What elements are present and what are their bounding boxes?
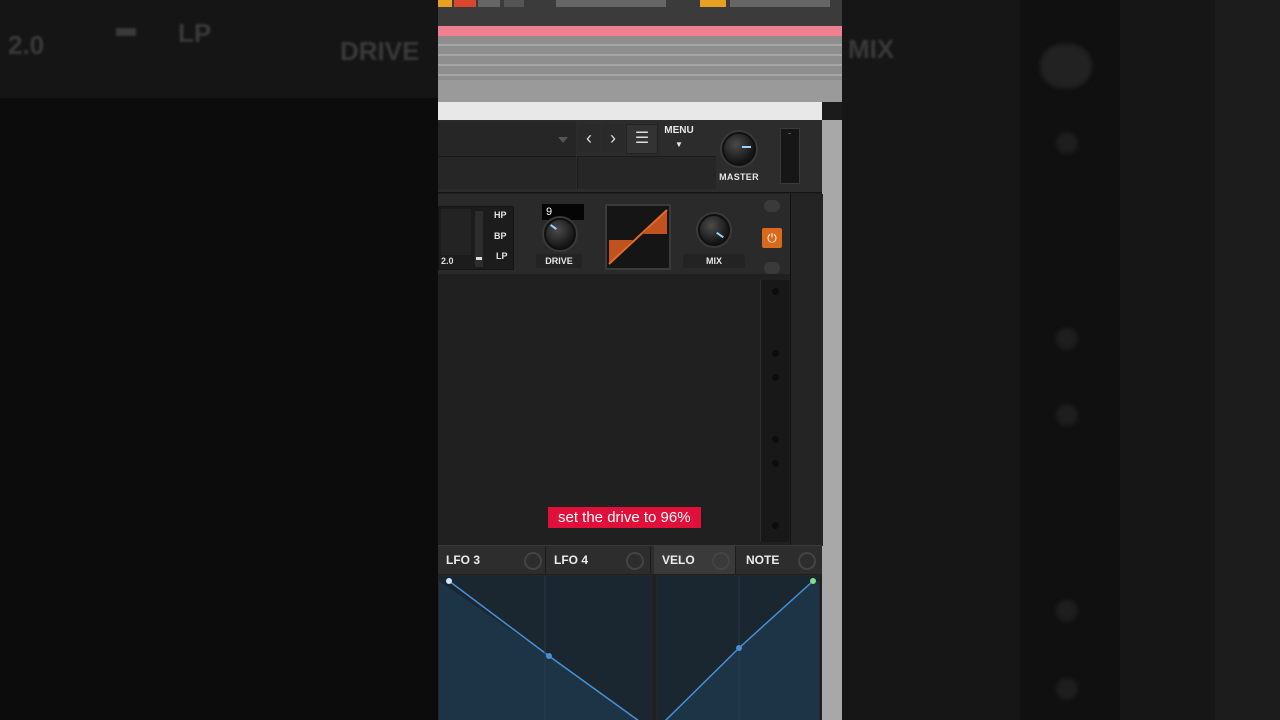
dropdown-arrow-icon xyxy=(558,137,568,143)
menu-button[interactable]: MENU ▼ xyxy=(660,124,698,152)
distortion-effect-row: HP BP LP 2.0 9 DRIVE MIX ⏻ xyxy=(438,194,790,274)
filter-type-bp[interactable]: BP xyxy=(494,231,507,241)
drive-label: DRIVE xyxy=(536,254,582,268)
toolbar-swatch xyxy=(438,0,452,7)
bg-value-text: 2.0 xyxy=(8,30,45,60)
tab-note[interactable]: NOTE xyxy=(738,546,822,574)
toolbar-button[interactable] xyxy=(478,0,500,7)
filter-type-hp[interactable]: HP xyxy=(494,210,507,220)
output-meter xyxy=(780,128,800,184)
filter-type-lp[interactable]: LP xyxy=(496,251,508,261)
previous-preset-button[interactable]: ‹ xyxy=(578,124,600,152)
bg-drive-text: DRIVE xyxy=(340,36,420,66)
filter-type-slider[interactable] xyxy=(475,211,483,267)
filter-section: HP BP LP 2.0 xyxy=(438,206,514,270)
drag-ring-icon[interactable] xyxy=(712,552,730,570)
scroll-dot xyxy=(772,374,779,381)
record-button[interactable] xyxy=(454,0,476,7)
preset-selector[interactable] xyxy=(438,122,576,156)
side-panel xyxy=(790,194,823,546)
add-effect-button-top[interactable] xyxy=(764,200,780,212)
menu-arrow-icon: ▼ xyxy=(675,140,683,149)
modulator-tab-row: LFO 3 LFO 4 VELO NOTE xyxy=(438,545,822,574)
tab-lfo-4[interactable]: LFO 4 xyxy=(546,546,651,574)
tab-label: LFO 3 xyxy=(446,553,481,567)
preset-browser-icon[interactable]: ☰ xyxy=(626,124,658,154)
menu-label: MENU xyxy=(664,125,694,136)
bg-dot xyxy=(1056,600,1078,622)
velocity-curve-graphic xyxy=(664,576,819,720)
master-knob[interactable] xyxy=(722,132,756,166)
arranger-tracks xyxy=(438,36,842,80)
add-effect-button-bottom[interactable] xyxy=(764,262,780,274)
video-caption: set the drive to 96% xyxy=(548,507,701,528)
clip-bar xyxy=(438,26,842,36)
scroll-dot xyxy=(772,288,779,295)
transport-display xyxy=(556,0,666,7)
lfo-curve-graphic xyxy=(439,576,639,720)
mix-label: MIX xyxy=(683,254,745,268)
scroll-dot xyxy=(772,460,779,467)
arranger-background xyxy=(822,120,842,720)
toolbar-active-button[interactable] xyxy=(700,0,726,7)
knob-indicator xyxy=(742,146,751,148)
background-right-light xyxy=(1215,0,1280,720)
tab-label: LFO 4 xyxy=(554,553,589,567)
plugin-window-titlebar[interactable] xyxy=(438,102,822,121)
bg-mix-text: MIX xyxy=(848,34,895,64)
next-preset-button[interactable]: › xyxy=(602,124,624,152)
drag-ring-icon[interactable] xyxy=(524,552,542,570)
slider-handle[interactable] xyxy=(476,257,482,260)
transfer-curve-graphic xyxy=(608,209,668,265)
drag-ring-icon[interactable] xyxy=(798,552,816,570)
scroll-dot xyxy=(772,522,779,529)
background-left-panel xyxy=(0,0,438,720)
bg-slider-handle xyxy=(116,28,136,36)
master-label: MASTER xyxy=(719,172,759,182)
distortion-curve-display xyxy=(605,204,671,270)
header-field xyxy=(577,156,716,189)
arranger-gap xyxy=(438,80,842,102)
lfo-4-curve-editor[interactable] xyxy=(438,575,652,720)
knob-indicator xyxy=(550,224,557,230)
tab-label: VELO xyxy=(662,553,695,567)
scroll-dot xyxy=(772,436,779,443)
mix-knob[interactable] xyxy=(698,214,730,246)
velocity-curve-editor[interactable] xyxy=(656,575,820,720)
drag-ring-icon[interactable] xyxy=(626,552,644,570)
bg-power-button xyxy=(1040,44,1092,88)
toolbar-display xyxy=(730,0,830,7)
effect-power-button[interactable]: ⏻ xyxy=(762,228,782,248)
bg-dot xyxy=(1056,678,1078,700)
bg-lp-text: LP xyxy=(178,18,212,48)
tab-velo[interactable]: VELO xyxy=(654,546,736,574)
knob-indicator xyxy=(716,231,724,239)
drive-knob[interactable] xyxy=(544,218,576,250)
bg-dot xyxy=(1056,132,1078,154)
bg-dot xyxy=(1056,404,1078,426)
video-frame: ‹ › ☰ MENU ▼ MASTER HP BP LP 2.0 9 DRIVE… xyxy=(438,0,842,720)
synth-plugin-window: ‹ › ☰ MENU ▼ MASTER HP BP LP 2.0 9 DRIVE… xyxy=(438,120,823,720)
plugin-header: ‹ › ☰ MENU ▼ MASTER xyxy=(438,120,822,193)
toolbar-button[interactable] xyxy=(504,0,524,7)
bg-dot xyxy=(1056,328,1078,350)
tab-label: NOTE xyxy=(746,553,780,567)
daw-toolbar xyxy=(438,0,842,26)
filter-value: 2.0 xyxy=(441,256,454,266)
tab-lfo-3[interactable]: LFO 3 xyxy=(438,546,546,574)
header-field xyxy=(438,156,576,189)
scroll-dot xyxy=(772,350,779,357)
effect-scroll-rail[interactable] xyxy=(760,280,789,542)
meter-tick xyxy=(788,133,791,134)
filter-display xyxy=(441,209,471,255)
